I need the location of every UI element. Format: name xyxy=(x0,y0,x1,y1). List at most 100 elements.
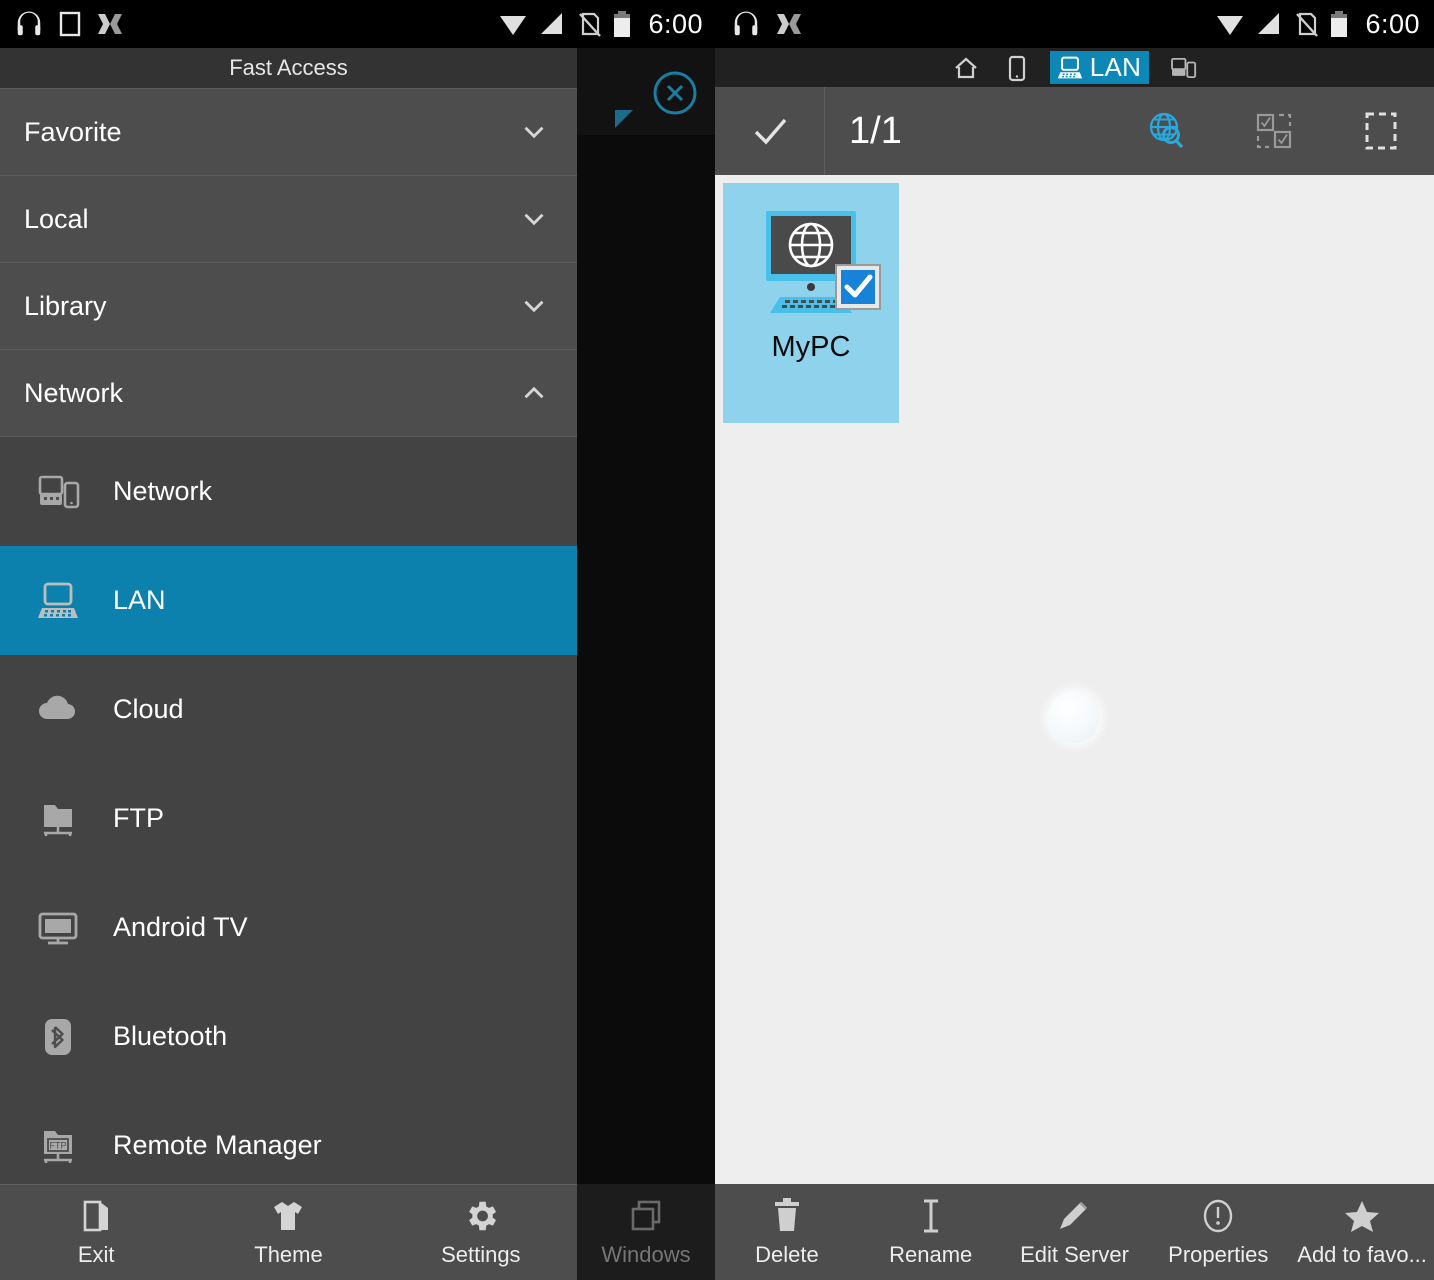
delete-button[interactable]: Delete xyxy=(715,1184,859,1280)
scrim-overlay[interactable] xyxy=(577,135,715,1184)
tab-network[interactable] xyxy=(1165,51,1201,84)
scrim-header xyxy=(577,48,715,135)
exit-button[interactable]: Exit xyxy=(0,1185,192,1280)
home-icon xyxy=(952,54,980,82)
file-grid: MyPC xyxy=(715,175,1434,1184)
sidebar-item-bluetooth[interactable]: Bluetooth xyxy=(0,982,577,1091)
rename-label: Rename xyxy=(889,1241,973,1267)
theme-button[interactable]: Theme xyxy=(192,1185,384,1280)
wifi-icon xyxy=(498,11,528,37)
action-bottom-bar: Delete Rename Edit Server Properties Add… xyxy=(715,1184,1434,1280)
drawer-group-library[interactable]: Library xyxy=(0,263,577,350)
drawer-title: Fast Access xyxy=(0,48,577,89)
sidebar-item-network[interactable]: Network xyxy=(0,437,577,546)
status-bar-left: 6:00 xyxy=(0,0,717,48)
sidebar-item-label: Android TV xyxy=(113,912,248,942)
tv-icon xyxy=(30,905,86,951)
ftp-folder-icon xyxy=(30,796,86,842)
gear-icon xyxy=(462,1197,500,1235)
add-to-favorites-button[interactable]: Add to favo... xyxy=(1290,1184,1434,1280)
network-devices-icon xyxy=(1169,54,1197,82)
properties-label: Properties xyxy=(1168,1241,1269,1267)
loading-ripple-indicator xyxy=(1048,691,1100,743)
chevron-up-icon[interactable] xyxy=(517,376,551,410)
select-all-icon xyxy=(1359,109,1403,153)
star-icon xyxy=(1343,1197,1381,1235)
chevron-down-icon[interactable] xyxy=(517,202,551,236)
lan-computer-icon xyxy=(1056,54,1084,82)
selection-toolbar: 1/1 xyxy=(715,87,1434,175)
remote-manager-icon: FTP xyxy=(30,1123,86,1169)
select-multiple-button[interactable] xyxy=(1220,109,1327,153)
tab-lan[interactable]: LAN xyxy=(1049,51,1150,84)
check-icon xyxy=(748,109,792,153)
drawer-group-network[interactable]: Network xyxy=(0,350,577,437)
add-to-favorites-label: Add to favo... xyxy=(1297,1241,1427,1267)
headphones-icon xyxy=(731,9,761,39)
wifi-icon xyxy=(1215,11,1245,37)
sidebar-item-cloud[interactable]: Cloud xyxy=(0,655,577,764)
status-bar-left-system-icons: 6:00 xyxy=(498,9,717,40)
tab-phone[interactable] xyxy=(1000,51,1034,84)
text-cursor-icon xyxy=(913,1197,949,1235)
status-bar-right-system-icons: 6:00 xyxy=(1215,9,1434,40)
tab-home[interactable] xyxy=(948,51,984,84)
theme-label: Theme xyxy=(254,1242,323,1267)
status-bar-right: 6:00 xyxy=(717,0,1434,48)
selection-count: 1/1 xyxy=(849,109,902,152)
mx-player-icon xyxy=(96,10,124,38)
grid-item-mypc[interactable]: MyPC xyxy=(723,183,899,423)
battery-icon xyxy=(1329,10,1349,38)
file-browser-pane: LAN 1/1 MyPC Delete Rename Edit Server P… xyxy=(715,48,1434,1280)
network-devices-icon xyxy=(30,469,86,515)
status-bar-left-notification-icons xyxy=(0,9,124,39)
properties-button[interactable]: Properties xyxy=(1146,1184,1290,1280)
sidebar-item-label: Cloud xyxy=(113,694,184,724)
computer-globe-icon xyxy=(752,209,881,317)
drawer-group-local[interactable]: Local xyxy=(0,176,577,263)
settings-button[interactable]: Settings xyxy=(385,1185,577,1280)
headphones-icon xyxy=(14,9,44,39)
pencil-icon xyxy=(1056,1197,1092,1235)
sidebar-item-android-tv[interactable]: Android TV xyxy=(0,873,577,982)
drawer-scrim-panel[interactable] xyxy=(577,48,715,1184)
resize-triangle-icon[interactable] xyxy=(613,108,635,130)
delete-label: Delete xyxy=(755,1241,819,1267)
rename-button[interactable]: Rename xyxy=(859,1184,1003,1280)
sidebar-item-label: Network xyxy=(113,476,213,506)
grid-item-label: MyPC xyxy=(771,331,851,363)
sidebar-item-lan[interactable]: LAN xyxy=(0,546,577,655)
info-circle-icon xyxy=(1200,1197,1236,1235)
no-sim-icon xyxy=(1293,11,1319,37)
drawer-group-favorite[interactable]: Favorite xyxy=(0,89,577,176)
status-bar-right-clock: 6:00 xyxy=(1365,8,1420,39)
confirm-selection-button[interactable] xyxy=(715,87,825,175)
drawer-group-label: Favorite xyxy=(24,116,122,147)
signal-icon xyxy=(538,11,566,37)
square-icon xyxy=(58,10,82,38)
drawer-group-label: Local xyxy=(24,203,89,234)
select-all-button[interactable] xyxy=(1327,109,1434,153)
sidebar-item-label: FTP xyxy=(113,803,164,833)
drawer-list: Favorite Local Library Network Network L… xyxy=(0,89,577,1280)
select-multiple-icon xyxy=(1252,109,1296,153)
drawer-bottom-bar: Exit Theme Settings xyxy=(0,1184,577,1280)
windows-stack-icon xyxy=(627,1197,665,1235)
windows-label: Windows xyxy=(601,1241,691,1267)
chevron-down-icon[interactable] xyxy=(517,115,551,149)
item-checkbox[interactable] xyxy=(834,263,882,311)
sidebar-item-label: Remote Manager xyxy=(113,1130,322,1160)
tab-lan-label: LAN xyxy=(1089,52,1142,82)
cloud-icon xyxy=(30,687,86,733)
phone-icon xyxy=(1004,54,1030,82)
tshirt-icon xyxy=(269,1197,307,1235)
no-sim-icon xyxy=(576,11,602,37)
sidebar-item-ftp[interactable]: FTP xyxy=(0,764,577,873)
exit-label: Exit xyxy=(77,1242,115,1267)
chevron-down-icon[interactable] xyxy=(517,289,551,323)
edit-server-button[interactable]: Edit Server xyxy=(1003,1184,1147,1280)
exit-door-icon xyxy=(77,1197,115,1235)
close-circle-icon[interactable] xyxy=(651,69,699,117)
app-root: 6:00 6:00 Fast Access Favorite Local Lib… xyxy=(0,0,1434,1280)
scan-network-button[interactable] xyxy=(1113,108,1220,154)
